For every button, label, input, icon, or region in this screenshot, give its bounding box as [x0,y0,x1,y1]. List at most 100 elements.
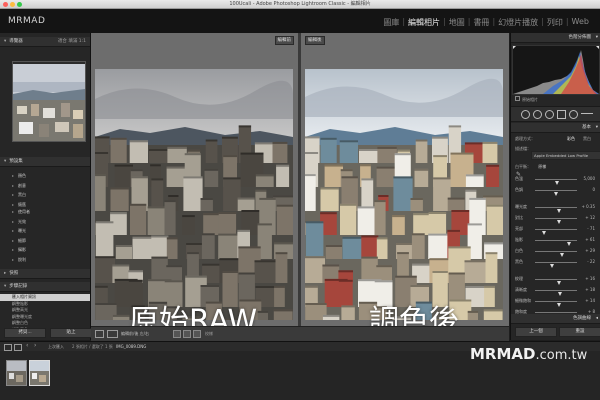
slider-value[interactable]: 5,000 [579,175,595,184]
user-preset-folder[interactable]: 使用者 [0,207,90,217]
slider-track[interactable] [535,279,577,285]
module-4[interactable]: 幻燈片播放 [495,17,541,28]
zoom-options[interactable]: 適合 填滿 1:1 [58,37,86,46]
wb-dropdown[interactable]: 原樣 [538,164,546,169]
back-arrow-icon[interactable]: ‹ [26,342,28,349]
treatment-bw-option[interactable]: 黑白 [583,136,591,142]
user-preset-folder[interactable]: 細節 [0,236,90,246]
before-after-mode[interactable]: 編輯前/後 左/右 [121,329,149,339]
navigator-header[interactable]: ▾ 導覽器 適合 填滿 1:1 [0,37,90,47]
grid-icon[interactable] [14,344,22,351]
treatment-color-option[interactable]: 彩色 [567,136,575,142]
histogram[interactable] [512,45,600,95]
snapshots-header[interactable]: ▸ 快照 [0,269,90,279]
before-after-icon[interactable] [107,330,118,338]
red-eye-icon[interactable] [545,110,554,119]
graduated-filter-icon[interactable] [557,110,566,119]
highlight-clipping-icon[interactable] [596,46,599,49]
slider-row[interactable]: 色溫 5,000 [511,175,599,185]
slider-handle[interactable] [556,209,561,213]
slider-track[interactable] [535,190,577,196]
slider-value[interactable]: + 0.35 [579,203,595,212]
slider-handle[interactable] [554,181,559,185]
slider-row[interactable]: 白色 + 29 [511,247,599,257]
tone-curve-header[interactable]: 色調曲線 ◂ [511,314,600,324]
module-1[interactable]: 編輯相片 [405,17,443,28]
history-header[interactable]: ▾ 步驟記錄 [0,282,90,292]
after-photo[interactable] [305,69,503,320]
slider-track[interactable] [535,229,577,235]
slider-track[interactable] [535,218,577,224]
filmstrip-thumb[interactable] [6,360,27,386]
user-preset-folder[interactable]: 光效 [0,217,90,227]
slider-track[interactable] [535,179,577,185]
previous-button[interactable]: 上一個 [515,327,557,337]
histogram-header[interactable]: 色階分佈圖 ▾ [511,33,600,43]
preset-folder[interactable]: 創意 [0,181,90,191]
slider-row[interactable]: 黑色 - 22 [511,258,599,268]
slider-handle[interactable] [557,292,562,296]
slider-value[interactable]: 0 [579,186,595,195]
slider-row[interactable]: 曝光度 + 0.35 [511,203,599,213]
slider-row[interactable]: 紋理 + 16 [511,275,599,285]
loupe-view-icon[interactable] [95,330,104,338]
slider-track[interactable] [535,290,577,296]
basic-header[interactable]: 基本 ▾ [511,123,600,133]
filmstrip-thumb-selected[interactable] [29,360,50,386]
presets-header[interactable]: ▾ 預設集 [0,157,90,167]
radial-filter-icon[interactable] [569,110,578,119]
module-2[interactable]: 地圖 [446,17,468,28]
filmstrip-source[interactable]: 上次匯入 [48,343,64,351]
reset-button[interactable]: 重設 [559,327,600,337]
slider-value[interactable]: - 71 [579,225,595,234]
slider-value[interactable]: + 29 [579,247,595,256]
forward-arrow-icon[interactable]: › [34,342,36,349]
swap-settings-icon[interactable] [173,330,181,338]
slider-row[interactable]: 對比 + 12 [511,214,599,224]
shadow-clipping-icon[interactable] [513,46,516,49]
copy-before-icon[interactable] [183,330,191,338]
module-6[interactable]: Web [569,17,592,28]
slider-handle[interactable] [556,303,561,307]
slider-track[interactable] [535,207,577,213]
slider-handle[interactable] [556,220,561,224]
slider-value[interactable]: + 16 [579,275,595,284]
paste-settings-button[interactable]: 貼上 [50,328,92,338]
second-window-icon[interactable] [4,344,12,351]
preset-folder[interactable]: 黑白 [0,190,90,200]
user-preset-folder[interactable]: 銳利 [0,255,90,265]
original-photo-label[interactable]: 原始相片 [515,96,538,103]
slider-value[interactable]: + 14 [579,297,595,306]
slider-value[interactable]: + 12 [579,214,595,223]
slider-row[interactable]: 亮部 - 71 [511,225,599,235]
spot-removal-icon[interactable] [533,110,542,119]
slider-row[interactable]: 陰影 + 61 [511,236,599,246]
slider-row[interactable]: 細微飽和 + 14 [511,297,599,307]
slider-handle[interactable] [557,281,562,285]
slider-handle[interactable] [559,253,564,257]
copy-settings-button[interactable]: 拷貝... [4,328,46,338]
slider-value[interactable]: - 22 [579,258,595,267]
module-0[interactable]: 圖庫 [380,17,402,28]
slider-handle[interactable] [566,242,571,246]
slider-row[interactable]: 色調 0 [511,186,599,196]
slider-handle[interactable] [554,192,558,196]
slider-track[interactable] [535,251,577,257]
profile-dropdown[interactable]: Apple Embedded Low Profile [531,151,600,160]
copy-after-icon[interactable] [193,330,201,338]
before-photo[interactable] [95,69,293,320]
slider-track[interactable] [535,262,577,268]
slider-value[interactable]: + 61 [579,236,595,245]
navigator-preview[interactable] [12,61,86,142]
user-preset-folder[interactable]: 曝光 [0,226,90,236]
module-5[interactable]: 列印 [544,17,566,28]
slider-value[interactable]: + 18 [579,286,595,295]
preset-folder[interactable]: 顏色 [0,171,90,181]
slider-track[interactable] [535,301,577,307]
slider-track[interactable] [535,240,577,246]
slider-handle[interactable] [549,264,554,268]
crop-tool-icon[interactable] [521,110,530,119]
slider-row[interactable]: 清晰度 + 18 [511,286,599,296]
module-3[interactable]: 書冊 [470,17,492,28]
soft-proofing-toggle[interactable]: 校樣 [205,329,213,339]
